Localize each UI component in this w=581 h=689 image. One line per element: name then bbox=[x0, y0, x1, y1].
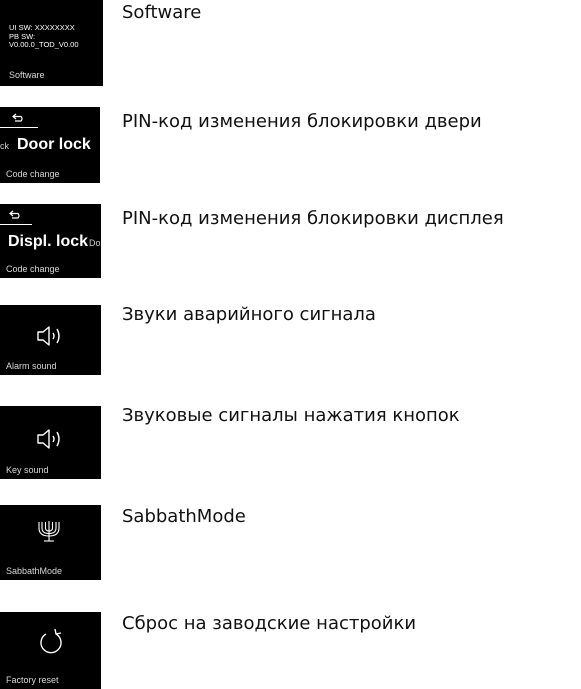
row-description: Звуки аварийного сигнала bbox=[122, 304, 376, 325]
row-description: PIN-код изменения блокировки двери bbox=[122, 111, 482, 132]
sabbath-mode-screen[interactable]: SabbathMode bbox=[0, 505, 101, 580]
row-description: Software bbox=[122, 2, 202, 23]
next-item-label: Do bbox=[89, 238, 101, 248]
door-lock-screen[interactable]: ck Door lock Code change bbox=[0, 107, 100, 183]
row-description: Сброс на заводские настройки bbox=[122, 613, 417, 634]
screen-caption: SabbathMode bbox=[6, 566, 63, 576]
menorah-icon bbox=[38, 521, 60, 542]
alarm-sound-screen[interactable]: Alarm sound bbox=[0, 305, 101, 375]
back-arrow-icon bbox=[9, 210, 20, 219]
screen-caption: Software bbox=[9, 70, 45, 80]
back-arrow-icon bbox=[12, 113, 23, 122]
factory-reset-screen[interactable]: Factory reset bbox=[0, 612, 101, 689]
back-button[interactable] bbox=[0, 204, 32, 225]
screen-title: Door lock bbox=[17, 136, 91, 153]
software-version-info: UI SW: XXXXXXXX PB SW: V0.00.0_TOD_V0.00 bbox=[9, 23, 79, 50]
display-lock-screen[interactable]: Displ. lock Do Code change bbox=[0, 204, 101, 278]
version-line: V0.00.0_TOD_V0.00 bbox=[9, 40, 79, 49]
speaker-icon bbox=[37, 429, 60, 449]
screen-caption: Code change bbox=[6, 169, 60, 179]
software-screen[interactable]: UI SW: XXXXXXXX PB SW: V0.00.0_TOD_V0.00… bbox=[0, 0, 103, 86]
back-button[interactable] bbox=[0, 107, 38, 128]
screen-caption: Factory reset bbox=[6, 675, 59, 685]
key-sound-screen[interactable]: Key sound bbox=[0, 406, 101, 479]
prev-item-label: ck bbox=[0, 141, 9, 151]
screen-caption: Key sound bbox=[6, 465, 49, 475]
reset-icon bbox=[40, 628, 62, 654]
screen-title: Displ. lock bbox=[8, 233, 89, 250]
speaker-icon bbox=[37, 326, 60, 346]
row-description: PIN-код изменения блокировки дисплея bbox=[122, 208, 504, 229]
row-description: Звуковые сигналы нажатия кнопок bbox=[122, 405, 460, 426]
screen-caption: Code change bbox=[6, 264, 60, 274]
screen-caption: Alarm sound bbox=[6, 361, 57, 371]
row-description: SabbathMode bbox=[122, 506, 246, 527]
